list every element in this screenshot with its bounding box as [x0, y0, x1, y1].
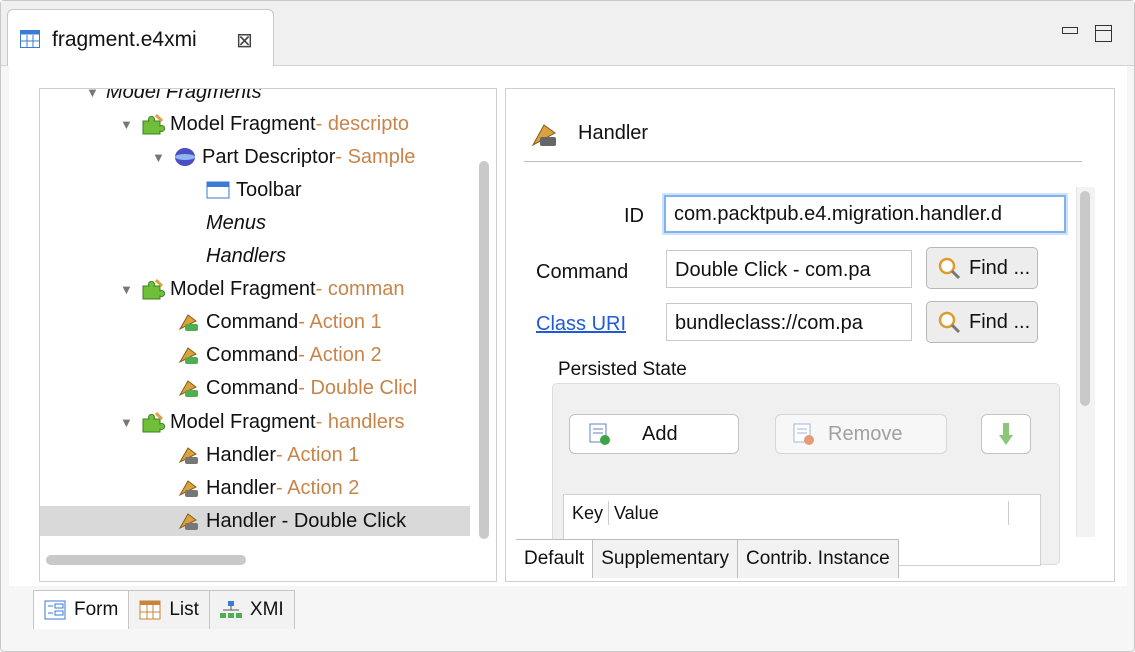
expand-icon[interactable]: ▼: [86, 89, 102, 100]
tree-node-model-fragment-handlers[interactable]: ▼ Model Fragment - handlers: [120, 407, 405, 437]
tree-node-model-fragment-commands[interactable]: ▼ Model Fragment - comman: [120, 274, 405, 304]
tree-node-menus[interactable]: Menus: [206, 208, 266, 238]
editor-window: fragment.e4xmi ⊠ ▼ Model Fragments ▼ Mod…: [0, 0, 1135, 652]
column-header-key[interactable]: Key: [572, 503, 603, 524]
detail-tabs: Default Supplementary Contrib. Instance: [516, 539, 899, 578]
maximize-icon[interactable]: [1095, 25, 1112, 42]
tab-contrib-instance[interactable]: Contrib. Instance: [738, 540, 899, 578]
tab-supplementary[interactable]: Supplementary: [593, 540, 738, 578]
puzzle-piece-icon: [142, 411, 166, 433]
tree-node-handler-action-1[interactable]: Handler - Action 1: [176, 440, 359, 470]
editor-header: fragment.e4xmi ⊠: [1, 1, 1134, 66]
arrow-down-icon: [999, 423, 1013, 445]
tab-list[interactable]: List: [129, 591, 210, 629]
persisted-state-title: Persisted State: [558, 359, 687, 380]
puzzle-piece-icon: [142, 113, 166, 135]
tree-horizontal-scrollbar[interactable]: [46, 555, 246, 565]
expand-icon[interactable]: ▼: [120, 415, 136, 430]
handler-icon: [531, 124, 556, 147]
class-uri-field[interactable]: bundleclass://com.pa: [666, 303, 912, 341]
tree-node-handler-double-click-selected[interactable]: Handler - Double Click: [40, 506, 470, 536]
minimize-icon[interactable]: [1062, 27, 1078, 34]
add-button[interactable]: Add: [569, 414, 739, 454]
detail-title: Handler: [578, 122, 649, 144]
command-icon: [178, 380, 198, 397]
table-file-icon: [20, 30, 40, 48]
remove-row-icon: [793, 423, 814, 445]
handler-icon: [178, 480, 198, 497]
detail-vertical-scrollbar[interactable]: [1080, 191, 1090, 406]
class-uri-link[interactable]: Class URI: [536, 313, 626, 336]
search-icon: [938, 257, 961, 280]
persisted-state-group: Add Remove Key Value: [552, 383, 1060, 566]
tree-node-toolbar[interactable]: Toolbar: [206, 175, 302, 205]
command-find-button[interactable]: Find ...: [926, 247, 1038, 289]
search-icon: [938, 311, 961, 334]
tree-node-model-fragments[interactable]: ▼ Model Fragments: [86, 89, 262, 107]
move-down-button[interactable]: [981, 414, 1031, 454]
tab-title: fragment.e4xmi: [52, 28, 197, 51]
list-table-icon: [139, 600, 161, 620]
command-icon: [178, 347, 198, 364]
tree-node-model-fragment-descriptors[interactable]: ▼ Model Fragment - descripto: [120, 109, 409, 139]
class-find-button[interactable]: Find ...: [926, 301, 1038, 343]
command-icon: [178, 314, 198, 331]
column-header-value[interactable]: Value: [614, 503, 659, 524]
part-descriptor-icon: [175, 148, 195, 166]
tree-node-command-action-2[interactable]: Command - Action 2: [176, 340, 382, 370]
puzzle-piece-icon: [142, 278, 166, 300]
tree-node-command-action-1[interactable]: Command - Action 1: [176, 307, 382, 337]
tree-node-handlers[interactable]: Handlers: [206, 241, 286, 271]
tree-vertical-scrollbar[interactable]: [479, 161, 489, 539]
command-field[interactable]: Double Click - com.pa: [666, 250, 912, 288]
toolbar-icon: [206, 181, 230, 199]
column-divider: [608, 501, 609, 525]
command-label: Command: [536, 261, 629, 283]
tree-node-handler-action-2[interactable]: Handler - Action 2: [176, 473, 359, 503]
add-row-icon: [589, 423, 610, 445]
expand-icon[interactable]: ▼: [120, 117, 136, 132]
detail-panel: Handler ID com.packtpub.e4.migration.han…: [505, 88, 1115, 582]
handler-icon: [178, 513, 198, 530]
hierarchy-icon: [219, 601, 242, 618]
id-label: ID: [624, 205, 644, 227]
handler-icon: [178, 447, 198, 464]
editor-bottom-tabs: Form List XMI: [33, 590, 295, 631]
id-field[interactable]: com.packtpub.e4.migration.handler.d: [664, 195, 1066, 233]
close-icon[interactable]: ⊠: [236, 28, 253, 52]
form-icon: [44, 600, 66, 620]
tree-node-part-descriptor[interactable]: ▼ Part Descriptor - Sample: [152, 142, 415, 172]
expand-icon[interactable]: ▼: [120, 282, 136, 297]
expand-icon[interactable]: ▼: [152, 150, 168, 165]
tree-node-command-double-click[interactable]: Command - Double Clicl: [176, 373, 417, 403]
tab-xmi[interactable]: XMI: [209, 591, 295, 629]
tab-fragment-e4xmi[interactable]: fragment.e4xmi ⊠: [7, 9, 274, 66]
column-divider: [1008, 501, 1009, 525]
header-divider: [524, 161, 1082, 162]
tab-default[interactable]: Default: [516, 540, 594, 578]
model-tree[interactable]: ▼ Model Fragments ▼ Model Fragment - des…: [39, 88, 497, 582]
remove-button[interactable]: Remove: [775, 414, 947, 454]
tab-form[interactable]: Form: [33, 591, 130, 629]
editor-body: ▼ Model Fragments ▼ Model Fragment - des…: [9, 66, 1127, 586]
